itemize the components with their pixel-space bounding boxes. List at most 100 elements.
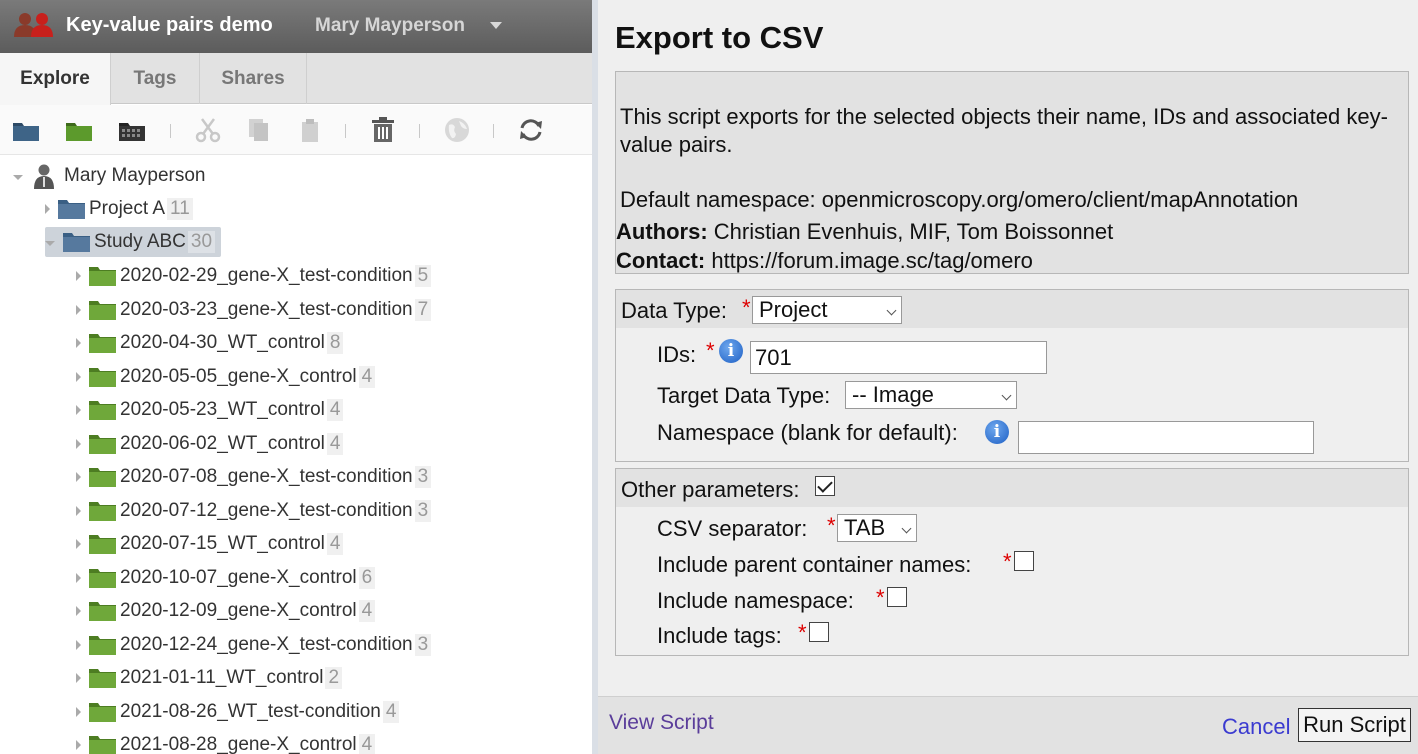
new-dataset-icon[interactable] [65,117,93,143]
toolbar-divider [170,124,171,138]
cut-icon[interactable] [194,117,222,143]
expand-toggle-icon[interactable] [76,740,81,750]
tree-node-label: 2020-12-09_gene-X_control [120,600,357,621]
dialog-title: Export to CSV [615,20,824,55]
group-name[interactable]: Key-value pairs demo [66,14,273,37]
child-count: 7 [414,298,432,321]
tree-project[interactable]: Study ABC 30 [45,227,222,257]
dataset-folder-icon [89,602,116,621]
child-count: 6 [358,566,376,589]
tree-root-user[interactable]: Mary Mayperson [13,161,206,191]
user-switcher[interactable]: Mary Mayperson [315,15,465,37]
tree-dataset[interactable]: 2020-07-12_gene-X_test-condition 3 [76,496,432,526]
ids-input[interactable]: 701 [750,341,1047,374]
tree-dataset[interactable]: 2020-07-15_WT_control 4 [76,529,344,559]
copy-icon[interactable] [245,117,273,143]
child-count: 4 [326,533,344,555]
tree-dataset[interactable]: 2020-12-09_gene-X_control 4 [76,596,376,626]
chevron-down-icon[interactable] [490,22,502,29]
view-script-link[interactable]: View Script [609,711,714,735]
tree-dataset[interactable]: 2020-05-23_WT_control 4 [76,395,344,425]
csv-separator-select[interactable]: TAB [837,514,917,542]
tree-dataset[interactable]: 2021-08-26_WT_test-condition 4 [76,697,400,727]
fieldset-header [616,290,1408,328]
info-icon[interactable]: i [985,420,1009,444]
child-count: 3 [414,633,432,656]
group-icon[interactable] [13,11,55,37]
expand-toggle-icon[interactable] [76,405,81,415]
delete-icon[interactable] [369,117,397,143]
csv-separator-value: TAB [844,515,886,540]
tree-node-label: 2021-01-11_WT_control [120,667,324,688]
run-script-button[interactable]: Run Script [1298,708,1411,742]
tree-node-label: 2020-06-02_WT_control [120,432,325,454]
tree-dataset[interactable]: 2020-10-07_gene-X_control 6 [76,563,376,593]
cancel-button[interactable]: Cancel [1222,714,1290,740]
tree-dataset[interactable]: 2020-04-30_WT_control 8 [76,328,344,358]
expand-toggle-icon[interactable] [76,371,81,382]
new-screen-icon[interactable] [118,117,146,143]
info-icon[interactable]: i [719,339,743,363]
expand-toggle-icon[interactable] [76,338,81,348]
dataset-folder-icon [89,267,116,286]
tree-dataset[interactable]: 2020-03-23_gene-X_test-condition 7 [76,295,432,325]
expand-toggle-icon[interactable] [76,706,81,717]
other-params-fieldset: Other parameters: CSV separator: * TAB I… [615,468,1409,656]
tab-explore[interactable]: Explore [0,53,111,105]
tree-node-label: 2020-04-30_WT_control [120,332,325,353]
tree-node-label: 2020-12-24_gene-X_test-condition [120,633,413,655]
share-icon[interactable] [443,117,471,143]
include-parent-checkbox[interactable] [1014,551,1034,571]
chevron-down-icon [901,523,912,534]
tree-dataset[interactable]: 2020-05-05_gene-X_control 4 [76,362,376,392]
include-parent-label: Include parent container names: [657,552,972,577]
expand-toggle-icon[interactable] [76,505,81,516]
include-namespace-checkbox[interactable] [887,587,907,607]
description-text: This script exports for the selected obj… [620,104,1388,157]
paste-icon[interactable] [296,117,324,143]
child-count: 3 [414,499,432,522]
child-count: 8 [326,332,344,354]
expand-toggle-icon[interactable] [76,304,81,315]
namespace-input[interactable] [1018,421,1314,454]
script-dialog: Export to CSV This script exports for th… [598,0,1418,754]
expand-toggle-icon[interactable] [76,438,81,449]
required-marker: * [1003,549,1012,574]
expand-toggle-icon[interactable] [76,271,81,281]
collapse-toggle-icon[interactable] [45,241,55,246]
child-count: 4 [326,432,344,455]
tree-dataset[interactable]: 2020-06-02_WT_control 4 [76,429,344,459]
refresh-icon[interactable] [517,117,545,143]
include-tags-checkbox[interactable] [809,622,829,642]
data-type-label: Data Type: [621,298,727,323]
namespace-label: Namespace (blank for default): [657,420,958,445]
default-namespace-text: Default namespace: openmicroscopy.org/om… [620,187,1299,212]
collapse-toggle-icon[interactable] [13,175,23,180]
tab-tags[interactable]: Tags [111,53,200,104]
data-type-select[interactable]: Project [752,296,902,324]
expand-toggle-icon[interactable] [76,472,81,482]
project-folder-icon [58,200,85,219]
tab-shares[interactable]: Shares [200,53,307,104]
other-params-checkbox[interactable] [815,476,835,496]
required-marker: * [742,295,751,320]
tree-dataset[interactable]: 2020-07-08_gene-X_test-condition 3 [76,462,432,492]
tree-dataset[interactable]: 2021-01-11_WT_control 2 [76,663,343,693]
expand-toggle-icon[interactable] [76,673,81,683]
dataset-folder-icon [89,300,116,320]
new-project-icon[interactable] [12,117,40,143]
tree-dataset[interactable]: 2020-12-24_gene-X_test-condition 3 [76,630,432,660]
expand-toggle-icon[interactable] [76,639,81,650]
dataset-folder-icon [89,468,116,487]
expand-toggle-icon[interactable] [76,539,81,549]
child-count: 2 [325,667,343,689]
tree-dataset[interactable]: 2020-02-29_gene-X_test-condition 5 [76,261,432,291]
target-type-select[interactable]: -- Image [845,381,1017,409]
tree-dataset[interactable]: 2021-08-28_gene-X_control 4 [76,730,376,754]
tree-node-label: 2020-03-23_gene-X_test-condition [120,298,413,320]
tree-project[interactable]: Project A 11 [45,194,193,224]
expand-toggle-icon[interactable] [76,606,81,616]
tree-node-label: 2020-05-23_WT_control [120,399,325,420]
expand-toggle-icon[interactable] [76,572,81,583]
expand-toggle-icon[interactable] [45,204,50,214]
